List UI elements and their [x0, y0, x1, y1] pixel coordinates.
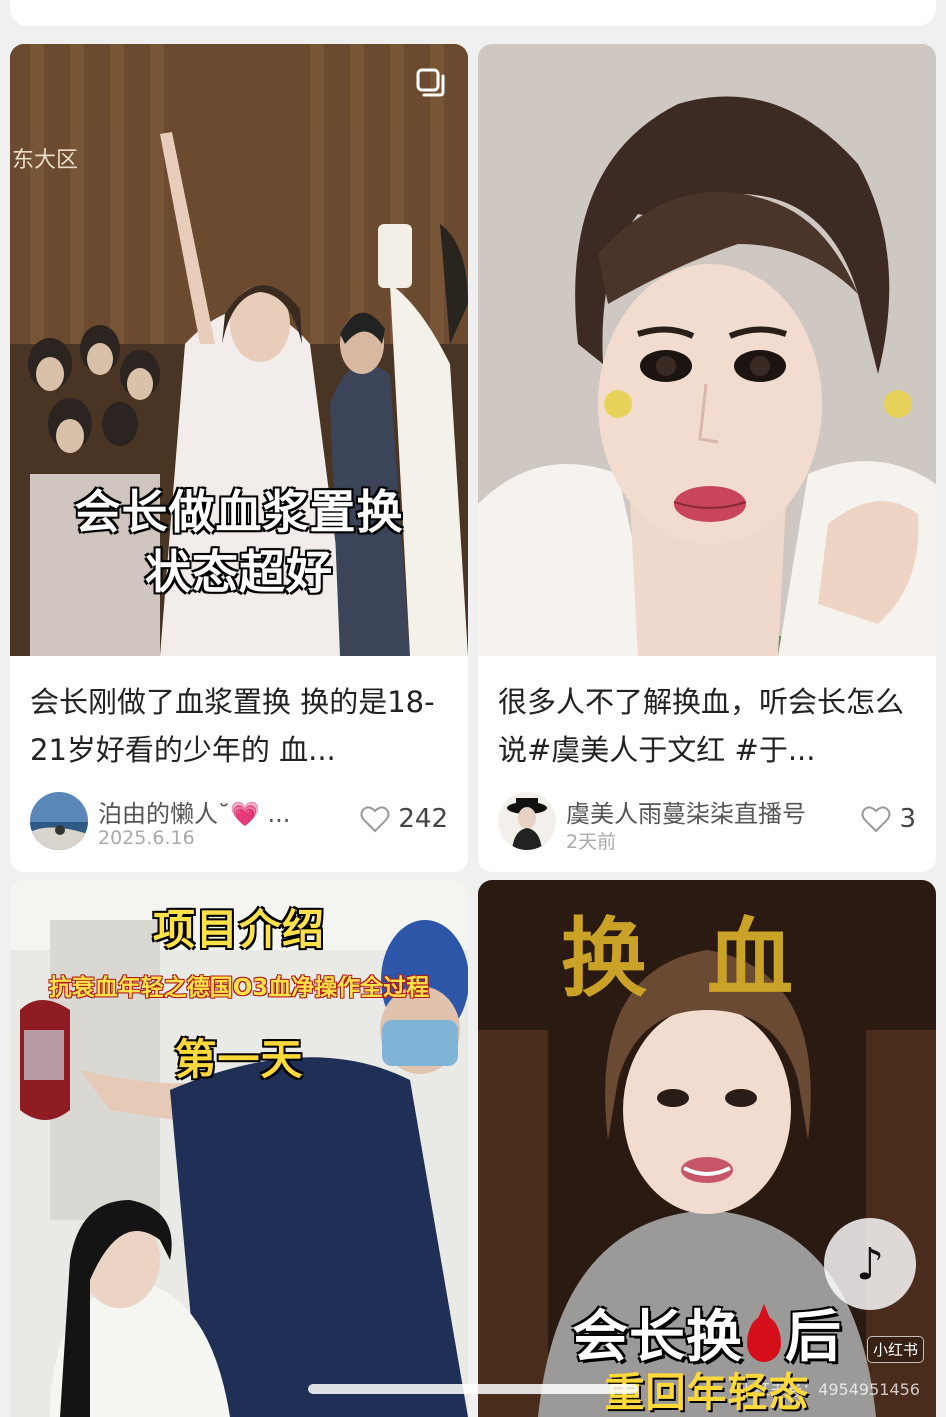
like-count: 3 [899, 804, 916, 834]
note-meta: 泊由的懒人˘💗 ... 2025.6.16 242 [30, 792, 448, 852]
cover-image[interactable] [478, 44, 936, 656]
note-title[interactable]: 很多人不了解换血，听会长怎么说#虞美人于文红 #于... [498, 678, 916, 774]
like-count: 242 [398, 804, 448, 834]
previous-card-bottom [10, 0, 936, 26]
author-name[interactable]: 虞美人雨蔓柒柒直播号 [566, 794, 806, 829]
cover-photo-portrait [478, 44, 936, 656]
heart-icon [360, 806, 390, 833]
note-card-3[interactable]: 项目介绍 抗衰血年轻之德国O3血净操作全过程 第一天 [10, 880, 468, 1417]
avatar-image [30, 792, 88, 850]
cover-image[interactable]: 项目介绍 抗衰血年轻之德国O3血净操作全过程 第一天 [10, 880, 468, 1417]
card-body: 会长刚做了血浆置换 换的是18-21岁好看的少年的 血... 泊由的懒人˘💗 .… [10, 656, 468, 872]
cover-caption-day: 第一天 [174, 1035, 304, 1084]
avatar[interactable] [498, 792, 556, 850]
note-card-1[interactable]: 东大区 会长做血浆置换 状态超好 会长刚做了血浆置换 换的是18-21岁好看的少… [10, 44, 468, 872]
note-title[interactable]: 会长刚做了血浆置换 换的是18-21岁好看的少年的 血... [30, 678, 448, 774]
like-button[interactable]: 3 [861, 804, 916, 834]
cover-image[interactable]: 东大区 会长做血浆置换 状态超好 [10, 44, 468, 656]
note-card-2[interactable]: 很多人不了解换血，听会长怎么说#虞美人于文红 #于... 虞美人雨蔓柒柒直播号 … [478, 44, 936, 872]
cover-caption-big: 换血 [561, 908, 853, 1009]
avatar[interactable] [30, 792, 88, 850]
post-date: 2025.6.16 [98, 827, 195, 849]
home-indicator[interactable] [308, 1384, 638, 1394]
blood-drop-icon [747, 1316, 781, 1362]
feed-page: 东大区 会长做血浆置换 状态超好 会长刚做了血浆置换 换的是18-21岁好看的少… [0, 0, 946, 1417]
note-meta: 虞美人雨蔓柒柒直播号 2天前 3 [498, 792, 916, 853]
author-name[interactable]: 泊由的懒人˘💗 ... [98, 794, 290, 829]
cover-caption-title: 项目介绍 [152, 905, 325, 954]
cover-caption-subtitle: 抗衰血年轻之德国O3血净操作全过程 [48, 975, 430, 1001]
multi-image-icon [416, 68, 445, 97]
heart-icon [861, 806, 891, 833]
cover-caption-line-1: 会长做血浆置换 [74, 485, 404, 539]
cover-corner-text: 东大区 [12, 148, 79, 173]
post-date: 2天前 [566, 831, 617, 853]
cover-image[interactable]: 换血 ♪ 小红书 小红书号：4954951456 会长换后 重回年轻态 [478, 880, 936, 1417]
cover-photo-clinic [10, 880, 468, 1417]
cover-caption-line-2: 状态超好 [145, 545, 333, 599]
avatar-image [498, 792, 556, 850]
note-card-4[interactable]: 换血 ♪ 小红书 小红书号：4954951456 会长换后 重回年轻态 [478, 880, 936, 1417]
like-button[interactable]: 242 [360, 804, 448, 834]
card-body: 很多人不了解换血，听会长怎么说#虞美人于文红 #于... 虞美人雨蔓柒柒直播号 … [478, 656, 936, 872]
